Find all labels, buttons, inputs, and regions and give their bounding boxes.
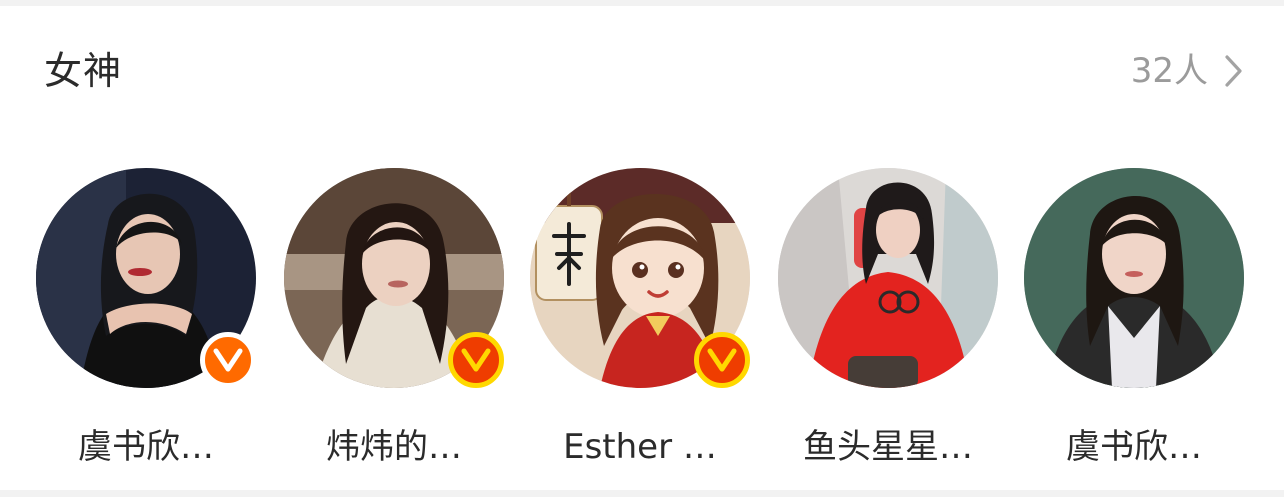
avatar[interactable] bbox=[1024, 168, 1244, 388]
avatar-photo bbox=[1024, 168, 1244, 388]
friend-name: 鱼头星星… bbox=[803, 427, 973, 467]
v-icon bbox=[707, 348, 737, 372]
friend-name: Esther … bbox=[563, 427, 717, 467]
avatar-photo bbox=[778, 168, 998, 388]
favorites-section-card: 女神 32人 虞书欣… 炜炜的… Esther … 鱼头星星… 虞书欣… bbox=[0, 6, 1284, 490]
more-link[interactable]: 32人 bbox=[1131, 44, 1248, 98]
friend-name: 虞书欣… bbox=[1066, 427, 1202, 467]
friend-item[interactable]: 虞书欣… bbox=[36, 168, 256, 478]
friend-name: 虞书欣… bbox=[78, 427, 214, 467]
friend-name: 炜炜的… bbox=[326, 427, 462, 467]
verified-v-badge bbox=[200, 332, 256, 388]
avatar[interactable] bbox=[778, 168, 998, 388]
chevron-right-icon bbox=[1225, 55, 1242, 87]
friend-item[interactable]: 炜炜的… bbox=[284, 168, 504, 478]
verified-v-badge bbox=[694, 332, 750, 388]
v-icon bbox=[213, 348, 243, 372]
v-icon bbox=[461, 348, 491, 372]
friend-item[interactable]: Esther … bbox=[530, 168, 750, 478]
friend-item[interactable]: 鱼头星星… bbox=[778, 168, 998, 478]
verified-v-badge bbox=[448, 332, 504, 388]
more-count: 32人 bbox=[1130, 51, 1208, 91]
friend-item[interactable]: 虞书欣… bbox=[1024, 168, 1244, 478]
section-title: 女神 bbox=[44, 49, 123, 93]
